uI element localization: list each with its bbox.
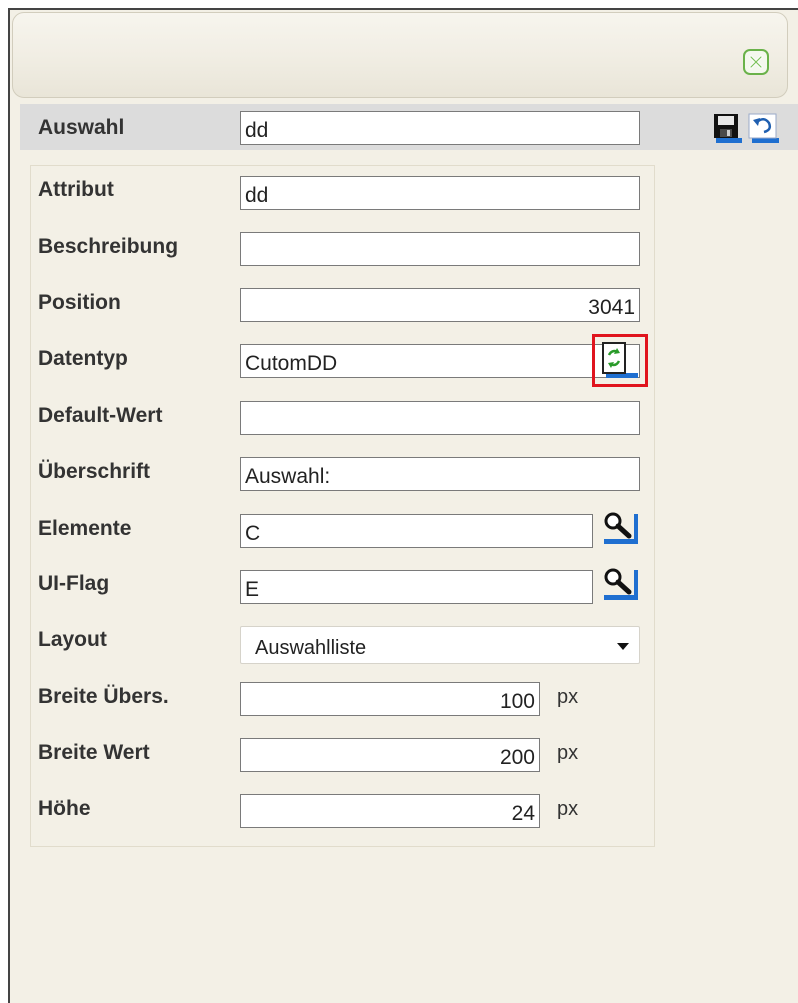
layout-select-value: Auswahlliste <box>255 637 367 659</box>
save-icon <box>714 114 742 143</box>
elemente-lookup-button[interactable] <box>599 510 639 546</box>
breite-wert-label: Breite Wert <box>38 741 150 764</box>
default-wert-label: Default-Wert <box>38 404 163 427</box>
position-input[interactable]: 3041 <box>240 288 640 322</box>
refresh-icon <box>602 342 638 378</box>
hoehe-label: Höhe <box>38 797 91 820</box>
datentyp-input[interactable]: CutomDD <box>240 344 640 378</box>
beschreibung-input[interactable] <box>240 232 640 266</box>
elemente-input[interactable]: C <box>240 514 593 548</box>
dialog-header <box>12 12 788 98</box>
save-button[interactable] <box>713 112 743 144</box>
hoehe-unit: px <box>557 798 579 820</box>
close-button[interactable] <box>743 49 769 75</box>
ui-flag-input[interactable]: E <box>240 570 593 604</box>
ueberschrift-label: Überschrift <box>38 460 151 483</box>
position-label: Position <box>38 291 121 314</box>
breite-wert-unit: px <box>557 742 579 764</box>
close-icon <box>749 55 763 69</box>
attribut-input[interactable]: dd <box>240 176 640 210</box>
layout-label: Layout <box>38 628 107 651</box>
breite-uebers-label: Breite Übers. <box>38 685 169 708</box>
attribut-label: Attribut <box>38 178 114 201</box>
default-wert-input[interactable] <box>240 401 640 435</box>
title-label: Auswahl <box>38 116 125 139</box>
magnifier-icon <box>604 568 638 600</box>
refresh-button[interactable] <box>600 341 640 380</box>
breite-uebers-unit: px <box>557 686 579 708</box>
undo-icon <box>748 113 779 143</box>
breite-uebers-input[interactable]: 100 <box>240 682 540 716</box>
ui-flag-label: UI-Flag <box>38 572 110 595</box>
breite-wert-input[interactable]: 200 <box>240 738 540 772</box>
elemente-label: Elemente <box>38 517 132 540</box>
layout-select[interactable]: Auswahlliste <box>240 626 640 664</box>
beschreibung-label: Beschreibung <box>38 235 179 258</box>
undo-button[interactable] <box>748 112 780 144</box>
ueberschrift-input[interactable]: Auswahl: <box>240 457 640 491</box>
chevron-down-icon <box>617 643 629 650</box>
magnifier-icon <box>604 512 638 544</box>
ui-flag-lookup-button[interactable] <box>599 566 639 602</box>
datentyp-label: Datentyp <box>38 347 128 370</box>
title-input[interactable]: dd <box>240 111 640 145</box>
hoehe-input[interactable]: 24 <box>240 794 540 828</box>
